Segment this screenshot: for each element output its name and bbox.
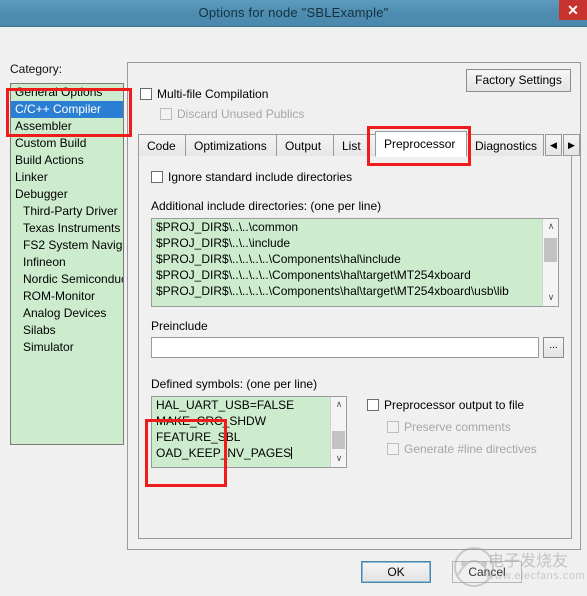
ignore-standard-include-checkbox[interactable]: [151, 171, 163, 183]
scroll-down-icon[interactable]: ∨: [543, 290, 558, 306]
category-item-analog-devices[interactable]: Analog Devices: [11, 305, 123, 322]
include-dir-line: $PROJ_DIR$\..\..\..\..\Components\hal\ta…: [156, 268, 471, 282]
multi-file-compilation-row[interactable]: Multi-file Compilation: [140, 87, 268, 101]
multi-file-compilation-label: Multi-file Compilation: [157, 87, 269, 101]
tab-code[interactable]: Code: [138, 134, 186, 156]
tab-optimizations[interactable]: Optimizations: [185, 134, 277, 156]
ignore-standard-include-row[interactable]: Ignore standard include directories: [151, 170, 352, 184]
preserve-comments-checkbox: [387, 421, 399, 433]
scrollbar-thumb[interactable]: [544, 238, 557, 262]
category-item-general-options[interactable]: General Options: [11, 84, 123, 101]
discard-unused-publics-row: Discard Unused Publics: [160, 107, 304, 121]
category-item-rom-monitor[interactable]: ROM-Monitor: [11, 288, 123, 305]
ignore-standard-include-label: Ignore standard include directories: [168, 170, 353, 184]
multi-file-compilation-checkbox[interactable]: [140, 88, 152, 100]
preprocessor-tab-page: Ignore standard include directories Addi…: [138, 156, 572, 539]
options-panel: Factory Settings Multi-file Compilation …: [127, 62, 581, 550]
close-icon[interactable]: ✕: [559, 0, 587, 20]
additional-include-label: Additional include directories: (one per…: [151, 199, 382, 213]
tab-diagnostics[interactable]: Diagnostics: [466, 134, 544, 156]
tab-list[interactable]: List: [333, 134, 376, 156]
additional-include-directories-list[interactable]: $PROJ_DIR$\..\..\common $PROJ_DIR$\..\..…: [151, 218, 559, 307]
defined-symbol-line: HAL_UART_USB=FALSE: [156, 398, 295, 412]
include-dir-line: $PROJ_DIR$\..\..\..\..\Components\hal\in…: [156, 252, 401, 266]
tab-scroll-left-icon[interactable]: ◀: [545, 134, 562, 156]
category-item-build-actions[interactable]: Build Actions: [11, 152, 123, 169]
category-item-texas-instruments[interactable]: Texas Instruments: [11, 220, 123, 237]
tab-output[interactable]: Output: [276, 134, 334, 156]
cancel-button[interactable]: Cancel: [452, 561, 522, 583]
tab-strip: Code Optimizations Output List Preproces…: [138, 131, 580, 157]
scroll-up-icon[interactable]: ∧: [543, 219, 558, 235]
ok-button[interactable]: OK: [361, 561, 431, 583]
window-titlebar: Options for node "SBLExample" ✕: [0, 0, 587, 27]
category-item-fs2-system-navigator[interactable]: FS2 System Navigator: [11, 237, 123, 254]
include-dir-line: $PROJ_DIR$\..\..\common: [156, 220, 299, 234]
category-label: Category:: [10, 62, 63, 76]
preprocessor-output-to-file-row[interactable]: Preprocessor output to file: [367, 398, 524, 412]
preserve-comments-label: Preserve comments: [404, 420, 511, 434]
defined-symbol-line: OAD_KEEP_NV_PAGES: [152, 445, 346, 461]
preserve-comments-row: Preserve comments: [387, 420, 511, 434]
preprocessor-output-to-file-label: Preprocessor output to file: [384, 398, 525, 412]
preinclude-input[interactable]: [151, 337, 539, 358]
generate-line-directives-label: Generate #line directives: [404, 442, 537, 456]
defined-symbol-line: FEATURE_SBL: [156, 430, 241, 444]
defined-symbols-list[interactable]: HAL_UART_USB=FALSE MAKE_CRC_SHDW FEATURE…: [151, 396, 347, 468]
category-list[interactable]: General Options C/C++ Compiler Assembler…: [10, 83, 124, 445]
tab-scroll-right-icon[interactable]: ▶: [563, 134, 580, 156]
defined-symbols-scrollbar[interactable]: ∧ ∨: [330, 397, 346, 467]
category-item-assembler[interactable]: Assembler: [11, 118, 123, 135]
defined-symbols-label: Defined symbols: (one per line): [151, 377, 318, 391]
category-item-third-party-driver[interactable]: Third-Party Driver: [11, 203, 123, 220]
text-caret: [291, 447, 293, 459]
category-item-linker[interactable]: Linker: [11, 169, 123, 186]
generate-line-directives-checkbox: [387, 443, 399, 455]
category-item-infineon[interactable]: Infineon: [11, 254, 123, 271]
discard-unused-publics-label: Discard Unused Publics: [177, 107, 305, 121]
category-item-nordic-semiconductor[interactable]: Nordic Semiconductor: [11, 271, 123, 288]
preprocessor-output-to-file-checkbox[interactable]: [367, 399, 379, 411]
category-item-c-cpp-compiler[interactable]: C/C++ Compiler: [11, 101, 123, 118]
scroll-down-icon[interactable]: ∨: [331, 451, 346, 467]
category-item-simulator[interactable]: Simulator: [11, 339, 123, 356]
category-item-silabs[interactable]: Silabs: [11, 322, 123, 339]
category-item-custom-build[interactable]: Custom Build: [11, 135, 123, 152]
scrollbar-thumb[interactable]: [332, 431, 345, 449]
include-dirs-scrollbar[interactable]: ∧ ∨: [542, 219, 558, 306]
preinclude-browse-button[interactable]: ...: [543, 337, 564, 358]
tab-preprocessor[interactable]: Preprocessor: [375, 131, 467, 157]
generate-line-directives-row: Generate #line directives: [387, 442, 537, 456]
defined-symbol-line: MAKE_CRC_SHDW: [156, 414, 267, 428]
category-item-debugger[interactable]: Debugger: [11, 186, 123, 203]
include-dir-line: $PROJ_DIR$\..\..\..\..\Components\hal\ta…: [156, 284, 509, 298]
discard-unused-publics-checkbox: [160, 108, 172, 120]
defined-symbol-text: OAD_KEEP_NV_PAGES: [156, 446, 292, 460]
factory-settings-button[interactable]: Factory Settings: [466, 69, 571, 92]
scroll-up-icon[interactable]: ∧: [331, 397, 346, 413]
preinclude-label: Preinclude: [151, 319, 208, 333]
include-dir-line: $PROJ_DIR$\..\..\include: [156, 236, 291, 250]
window-title: Options for node "SBLExample": [198, 5, 389, 20]
